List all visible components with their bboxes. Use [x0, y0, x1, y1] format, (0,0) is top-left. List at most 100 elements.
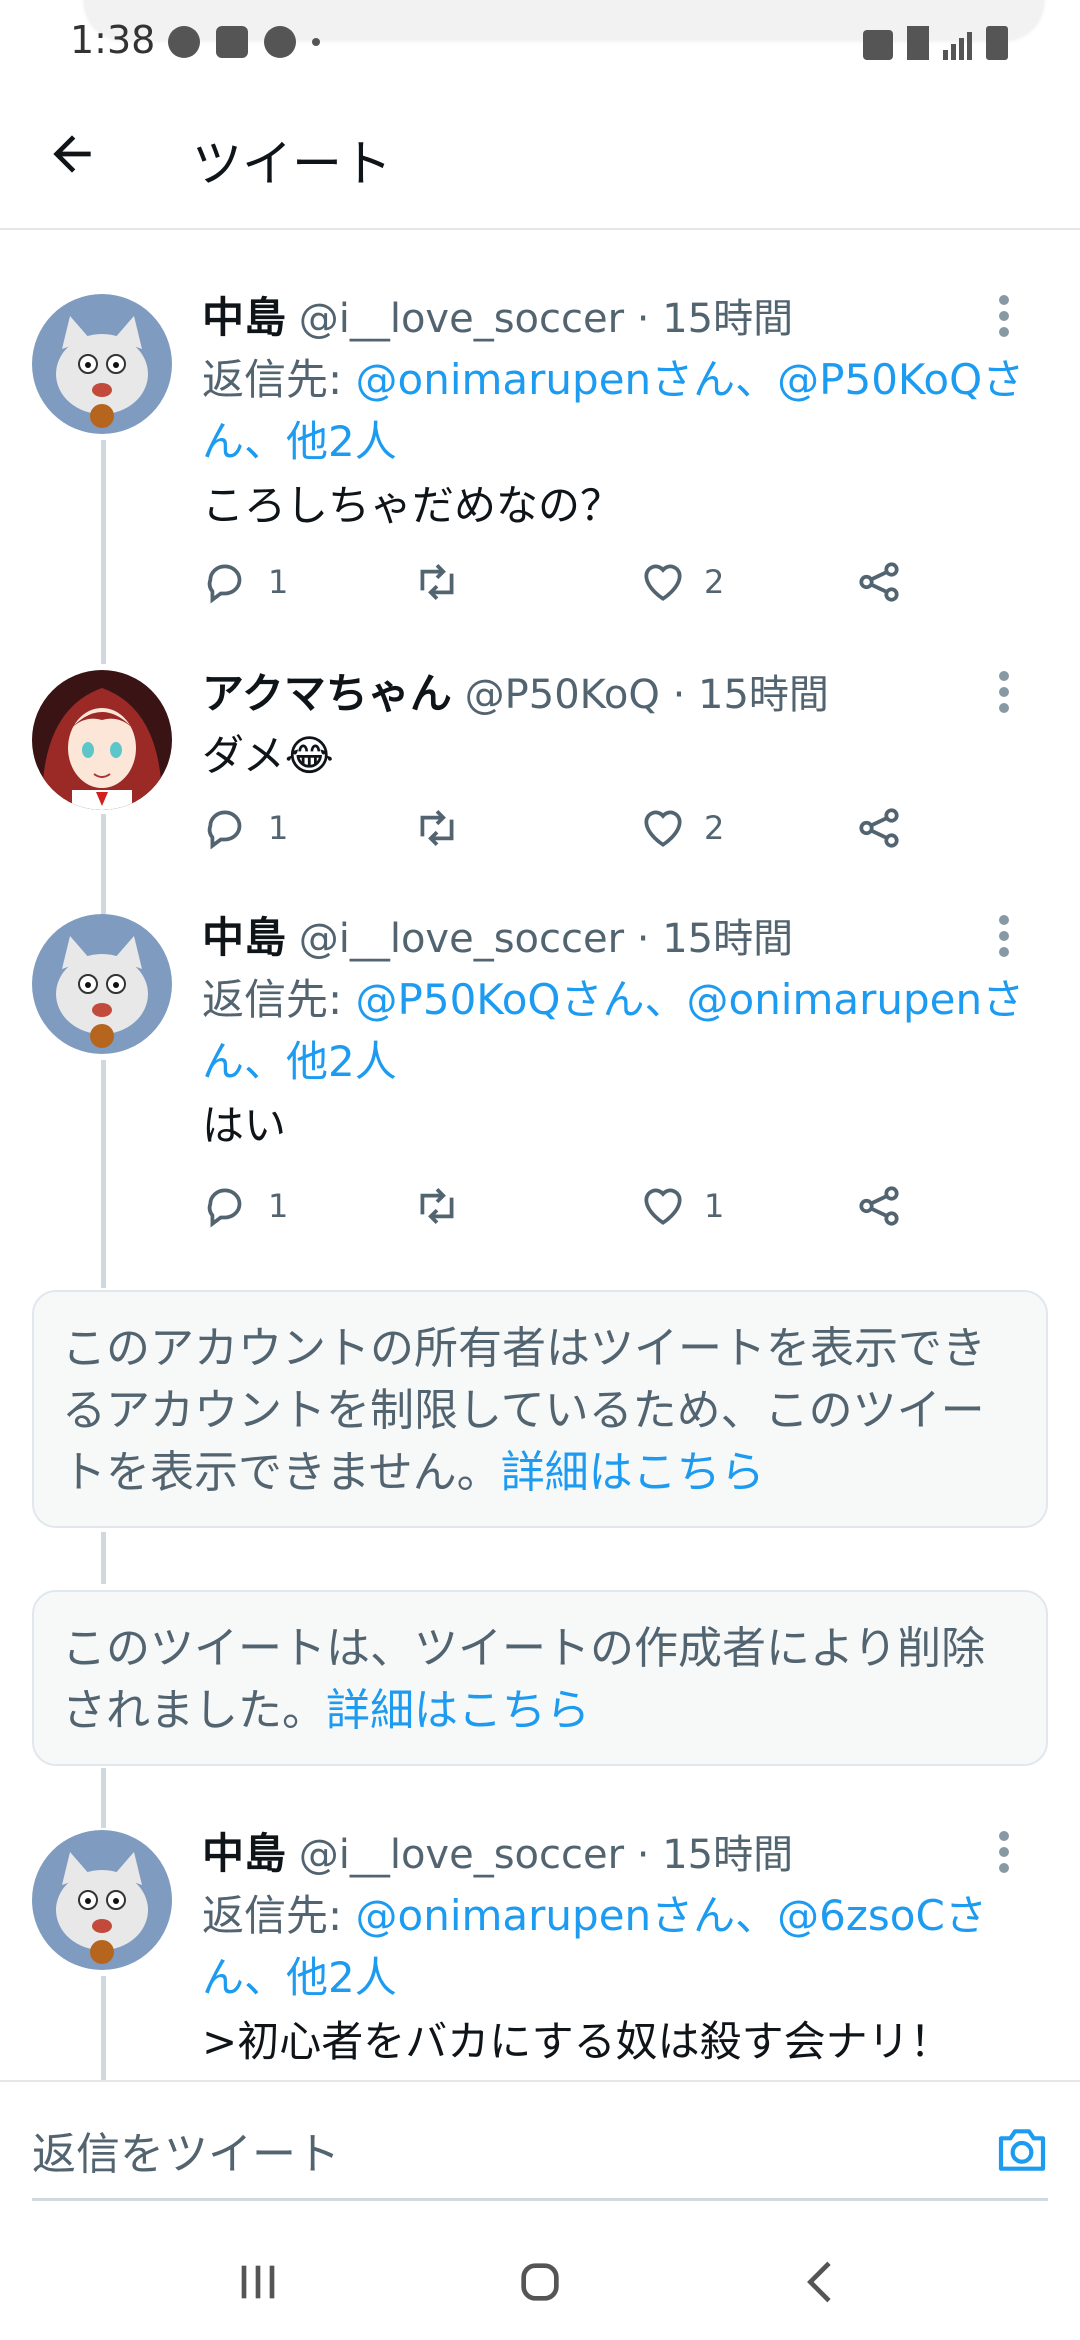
- avatar[interactable]: [32, 294, 172, 434]
- more-vertical-icon[interactable]: [998, 1830, 1010, 1874]
- display-name[interactable]: 中島: [202, 293, 286, 342]
- tweet-actions: 1 2: [202, 552, 922, 612]
- learn-more-link[interactable]: 詳細はこちら: [326, 1685, 590, 1736]
- retweet-button[interactable]: [412, 552, 462, 612]
- user-handle[interactable]: @i__love_soccer: [299, 296, 624, 342]
- like-button[interactable]: 2: [638, 798, 724, 858]
- reply-input[interactable]: 返信をツイート: [32, 2118, 932, 2182]
- thread-connector: [101, 1532, 106, 1584]
- learn-more-link[interactable]: 詳細はこちら: [501, 1447, 765, 1498]
- tweet-header: 中島 @i__love_soccer · 15時間: [202, 910, 1040, 967]
- like-button[interactable]: 2: [638, 552, 724, 612]
- retweet-button[interactable]: [412, 1176, 462, 1236]
- user-handle[interactable]: @P50KoQ: [465, 672, 660, 718]
- reply-button[interactable]: 1: [202, 798, 288, 858]
- tweet-text: はい: [202, 1101, 287, 1150]
- girl-avatar-image: [32, 670, 172, 810]
- display-name[interactable]: 中島: [202, 1829, 286, 1878]
- share-icon: [859, 562, 899, 602]
- tweet-header: アクマちゃん @P50KoQ · 15時間: [202, 666, 1040, 723]
- tweet-actions: 1 2: [202, 798, 922, 858]
- cat-avatar-image: [56, 1852, 148, 1964]
- reply-input-underline: [32, 2198, 1048, 2201]
- reply-context: 返信先: @P50KoQさん、@onimarupenさん、他2人: [202, 969, 1040, 1093]
- data-4g-icon: [907, 26, 929, 60]
- reply-count: 1: [268, 563, 289, 601]
- like-icon: [644, 564, 682, 601]
- reply-button[interactable]: 1: [202, 552, 288, 612]
- tweet-text: ころしちゃだめなの？: [202, 481, 623, 530]
- display-name[interactable]: 中島: [202, 913, 286, 962]
- retweet-icon: [420, 1188, 454, 1224]
- reply-icon: [207, 564, 242, 604]
- tweet-actions: 1 1: [202, 1176, 922, 1236]
- user-handle[interactable]: @i__love_soccer: [299, 1832, 624, 1878]
- recent-apps-icon[interactable]: [230, 2254, 286, 2310]
- reply-icon: [207, 810, 242, 850]
- back-arrow-icon[interactable]: [44, 126, 100, 182]
- tweet-body: 中島 @i__love_soccer · 15時間 返信先: @onimarup…: [202, 1826, 1040, 2073]
- app-header: ツイート: [0, 80, 1080, 230]
- avatar[interactable]: [32, 914, 172, 1054]
- reply-icon: [207, 1188, 242, 1228]
- avatar[interactable]: [32, 670, 172, 810]
- battery-icon: [986, 26, 1008, 60]
- thread-connector: [101, 1060, 106, 1288]
- retweet-icon: [420, 564, 454, 600]
- more-vertical-icon[interactable]: [998, 914, 1010, 958]
- home-icon[interactable]: [512, 2254, 568, 2310]
- retweet-button[interactable]: [412, 798, 462, 858]
- tweet-header: 中島 @i__love_soccer · 15時間: [202, 1826, 1040, 1883]
- reply-composer: 返信をツイート: [0, 2080, 1080, 2220]
- tweet-time: · 15時間: [636, 916, 794, 962]
- status-system-icons: [863, 26, 1008, 60]
- thread-connector: [101, 1768, 106, 1828]
- nav-back-icon[interactable]: [794, 2254, 850, 2310]
- tweet-time: · 15時間: [672, 672, 829, 718]
- share-button[interactable]: [854, 552, 904, 612]
- like-button[interactable]: 1: [638, 1176, 724, 1236]
- reply-prefix: 返信先:: [202, 355, 356, 404]
- reply-prefix: 返信先:: [202, 1891, 356, 1940]
- tweet-text: ダメ😂: [202, 731, 334, 780]
- like-icon: [644, 810, 682, 847]
- reply-prefix: 返信先:: [202, 975, 356, 1024]
- restricted-tweet-notice: このアカウントの所有者はツイートを表示できるアカウントを制限しているため、このツ…: [32, 1290, 1048, 1528]
- status-notification-icons: [168, 26, 320, 58]
- avatar[interactable]: [32, 1830, 172, 1970]
- like-icon: [644, 1188, 682, 1225]
- system-nav-bar: [0, 2220, 1080, 2340]
- cat-avatar-image: [56, 316, 148, 428]
- tweet-header: 中島 @i__love_soccer · 15時間: [202, 290, 1040, 347]
- deleted-tweet-notice: このツイートは、ツイートの作成者により削除されました。詳細はこちら: [32, 1590, 1048, 1766]
- camera-icon[interactable]: [994, 2122, 1050, 2178]
- thread-connector: [101, 814, 106, 916]
- reply-button[interactable]: 1: [202, 1176, 288, 1236]
- tweet-text: >初心者をバカにする奴は殺す会ナリ！: [202, 2017, 952, 2066]
- cat-avatar-image: [56, 936, 148, 1048]
- tweet-time: · 15時間: [636, 296, 794, 342]
- signal-icon: [943, 32, 972, 60]
- share-button[interactable]: [854, 1176, 904, 1236]
- gallery-notification-icon: [216, 26, 248, 58]
- retweet-icon: [420, 810, 454, 846]
- thread-connector: [101, 440, 106, 664]
- share-button[interactable]: [854, 798, 904, 858]
- tweet-body: 中島 @i__love_soccer · 15時間 返信先: @onimarup…: [202, 290, 1040, 537]
- more-vertical-icon[interactable]: [998, 294, 1010, 338]
- tweet-body: 中島 @i__love_soccer · 15時間 返信先: @P50KoQさん…: [202, 910, 1040, 1157]
- reply-context: 返信先: @onimarupenさん、@P50KoQさん、他2人: [202, 349, 1040, 473]
- thread-connector: [101, 1976, 106, 2080]
- share-icon: [859, 808, 899, 848]
- tweet-time: · 15時間: [636, 1832, 794, 1878]
- user-handle[interactable]: @i__love_soccer: [299, 916, 624, 962]
- status-time: 1:38: [70, 18, 156, 62]
- mute-icon: [863, 30, 893, 60]
- more-vertical-icon[interactable]: [998, 670, 1010, 714]
- display-name[interactable]: アクマちゃん: [202, 669, 452, 718]
- reply-context: 返信先: @onimarupenさん、@6zsoCさん、他2人: [202, 1885, 1040, 2009]
- share-icon: [859, 1186, 899, 1226]
- status-bar: 1:38: [0, 0, 1080, 80]
- like-count: 1: [704, 1187, 725, 1225]
- reply-count: 1: [268, 809, 289, 847]
